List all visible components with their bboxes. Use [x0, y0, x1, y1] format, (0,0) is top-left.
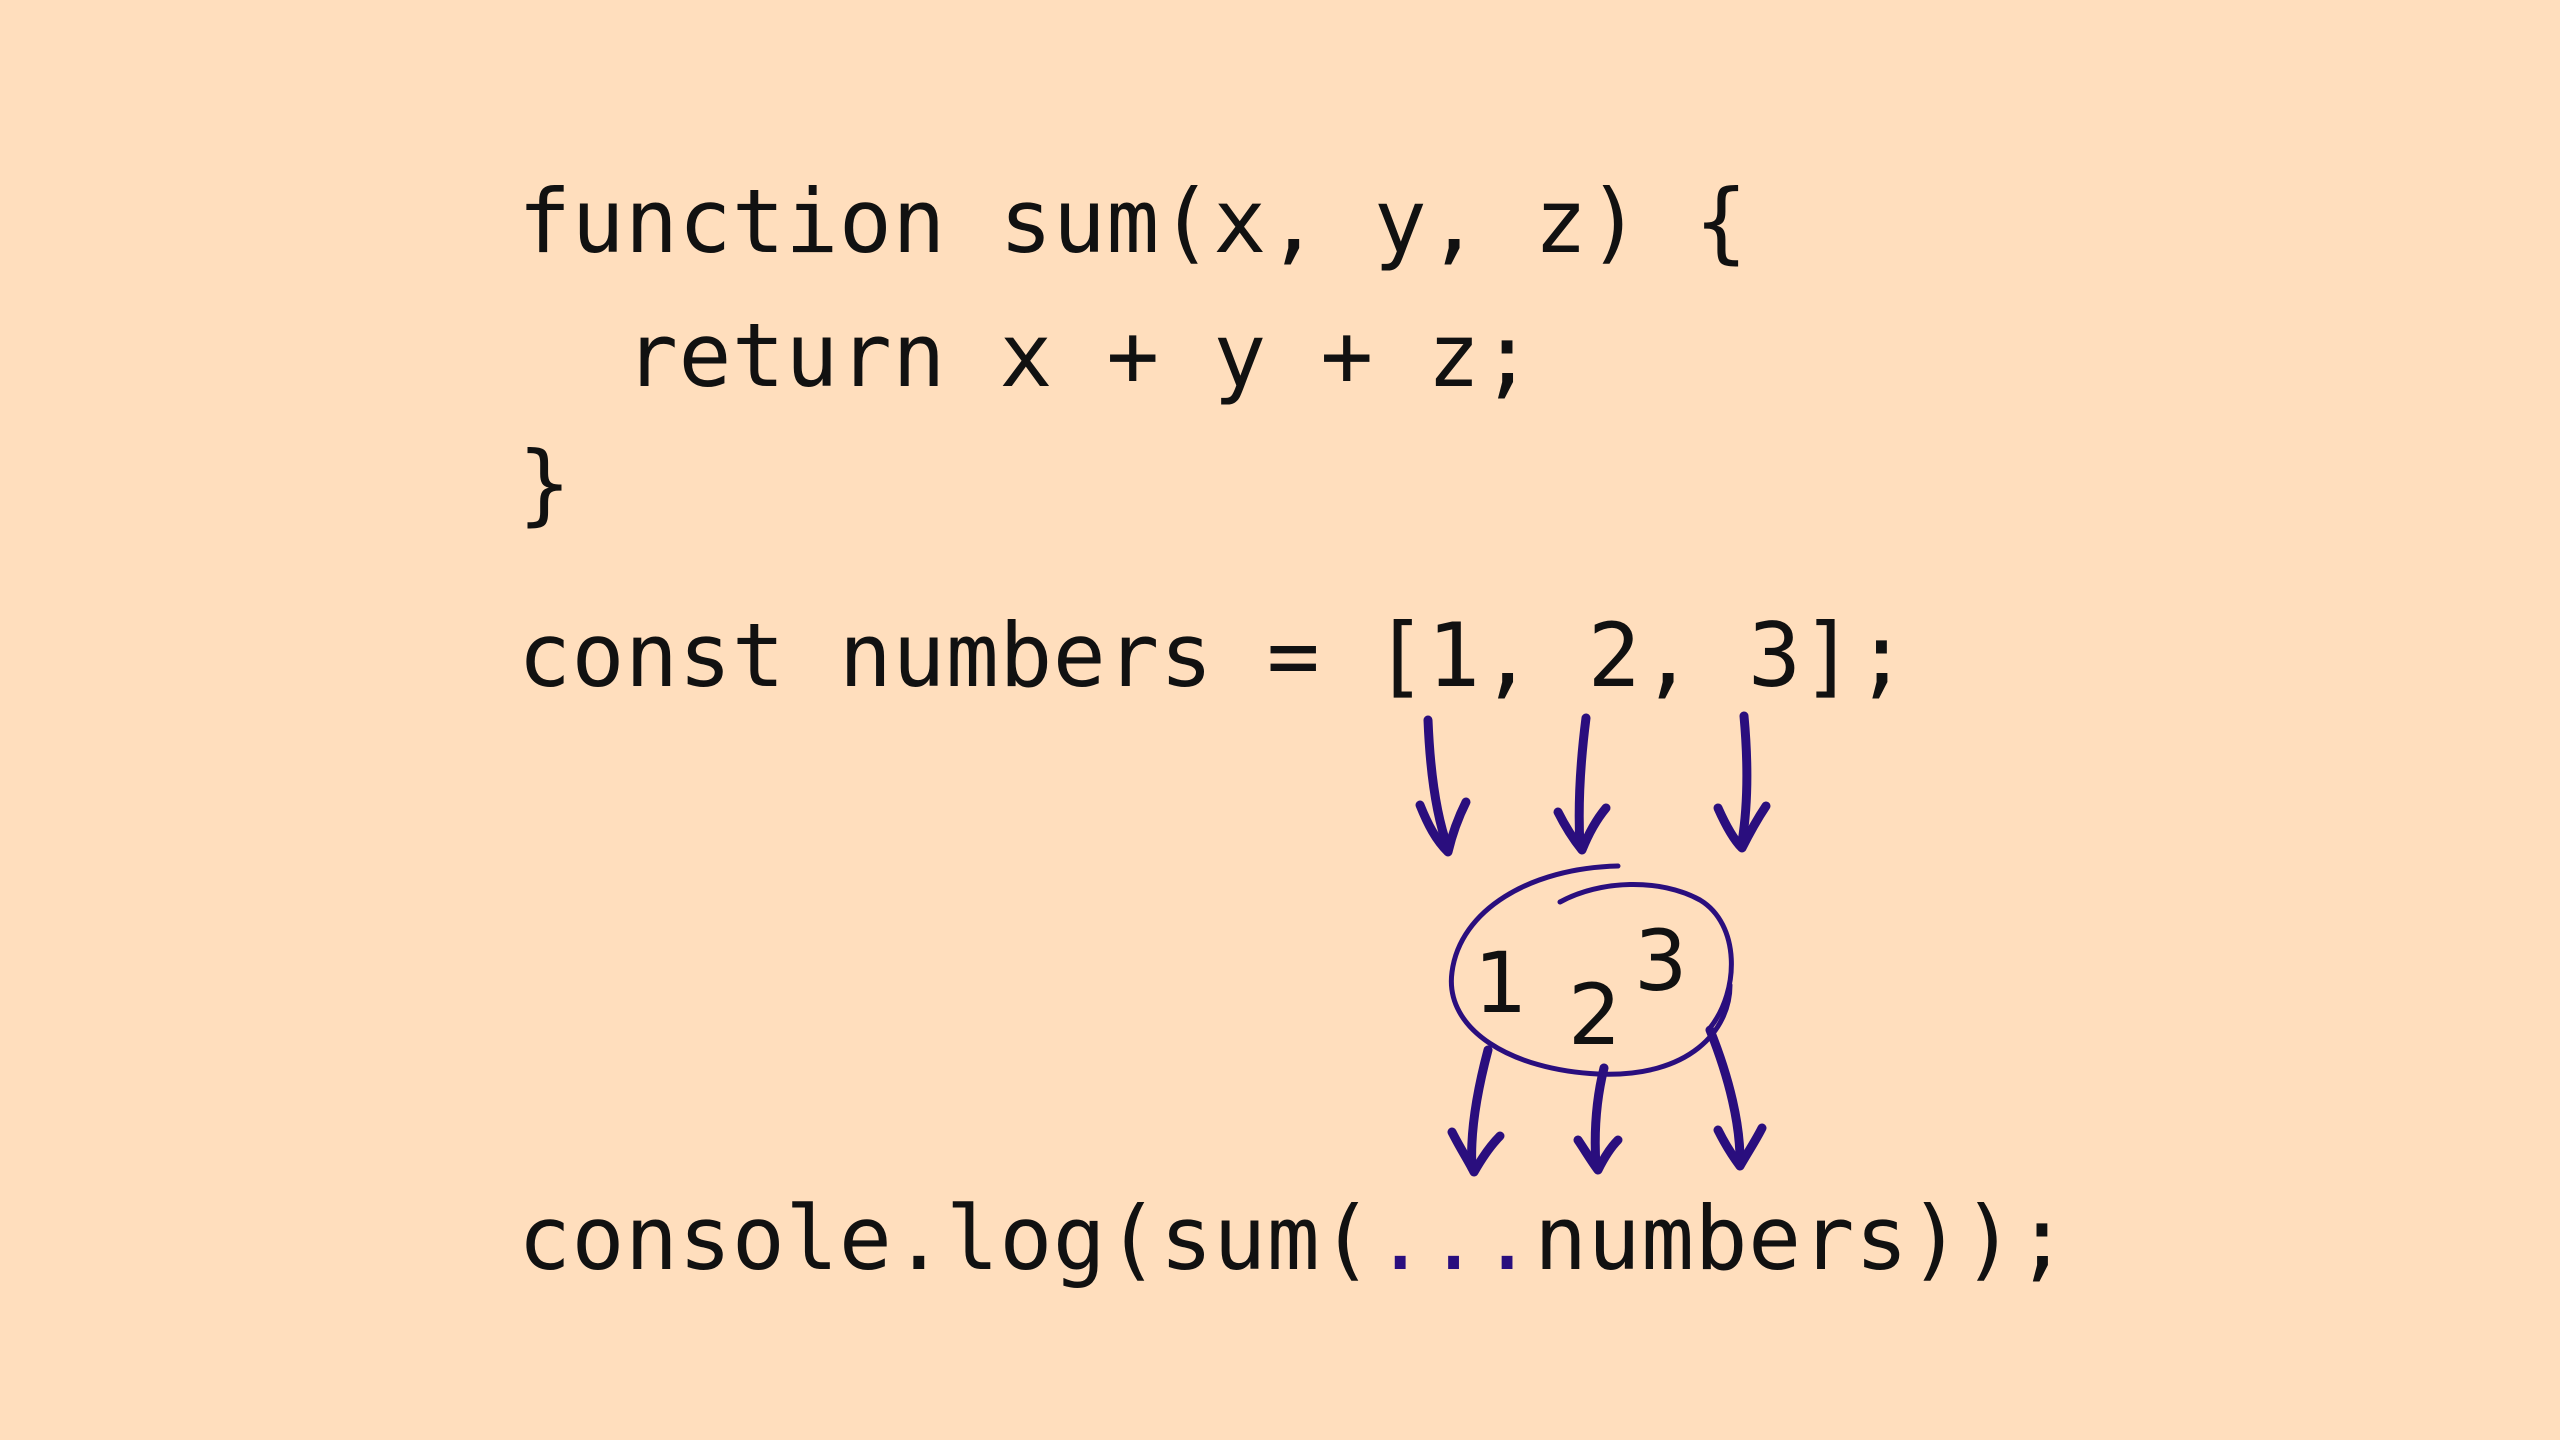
arrow-in-3-icon — [1713, 711, 1771, 853]
arrow-in-1-icon — [1415, 715, 1471, 857]
arrow-out-2-icon — [1573, 1063, 1623, 1175]
spread-operator-diagram: function sum(x, y, z) { return x + y + z… — [0, 0, 2560, 1440]
bubble-digit-2: 2 — [1568, 966, 1621, 1064]
bubble-digit-1: 1 — [1474, 934, 1527, 1032]
spread-annotation-overlay: 1 2 3 — [1415, 711, 1771, 1177]
arrow-in-2-icon — [1553, 713, 1611, 855]
arrow-out-1-icon — [1447, 1045, 1505, 1177]
bubble-digit-3: 3 — [1634, 912, 1687, 1010]
arrow-out-3-icon — [1705, 1025, 1767, 1171]
